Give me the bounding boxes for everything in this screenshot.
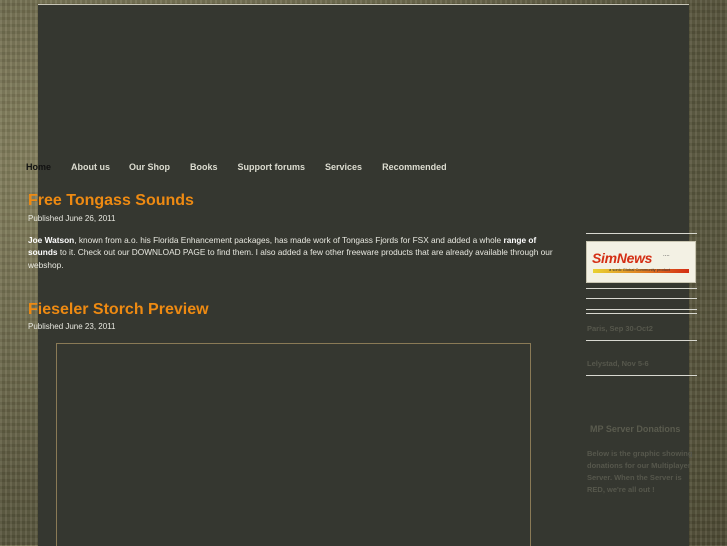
post-text-part: , known from a.o. his Florida Enhancemen… [74, 235, 504, 245]
nav-services[interactable]: Services [325, 162, 362, 176]
sidebar-divider [586, 313, 697, 314]
sidebar-divider [586, 298, 697, 299]
post-body: Joe Watson, known from a.o. his Florida … [28, 234, 568, 271]
post-title[interactable]: Fieseler Storch Preview [28, 301, 209, 319]
post-title[interactable]: Free Tongass Sounds [28, 192, 194, 210]
nav-our-shop[interactable]: Our Shop [129, 162, 170, 176]
donations-text: Below is the graphic showing donations f… [587, 449, 693, 494]
event-link-paris[interactable]: Paris, Sep 30-Oct2 [587, 324, 653, 333]
sidebar-divider [586, 233, 697, 234]
post-date: Published June 26, 2011 [28, 214, 116, 223]
nav-recommended[interactable]: Recommended [382, 162, 447, 176]
sidebar-divider [586, 375, 697, 376]
sidebar-divider [586, 340, 697, 341]
post-author: Joe Watson [28, 235, 75, 245]
nav-home[interactable]: Home [26, 162, 51, 176]
donations-heading: MP Server Donations [590, 424, 681, 434]
logo-text: SimNews [592, 250, 653, 266]
event-link-lelystad[interactable]: Lelystad, Nov 5-6 [587, 359, 649, 368]
post-date: Published June 23, 2011 [28, 322, 116, 331]
logo-dots: .... [663, 252, 670, 258]
video-embed[interactable] [56, 343, 531, 546]
nav-support-forums[interactable]: Support forums [238, 162, 306, 176]
sidebar-divider [586, 309, 697, 310]
main-nav: Home About us Our Shop Books Support for… [26, 162, 447, 176]
nav-books[interactable]: Books [190, 162, 218, 176]
post-text-part: to it. Check out our DOWNLOAD PAGE to fi… [28, 247, 553, 270]
sidebar-divider [586, 288, 697, 289]
simnews-logo[interactable]: SimNews .... a sonic Global Community pr… [586, 241, 696, 283]
logo-tagline: a sonic Global Community product [609, 267, 671, 272]
nav-about-us[interactable]: About us [71, 162, 110, 176]
